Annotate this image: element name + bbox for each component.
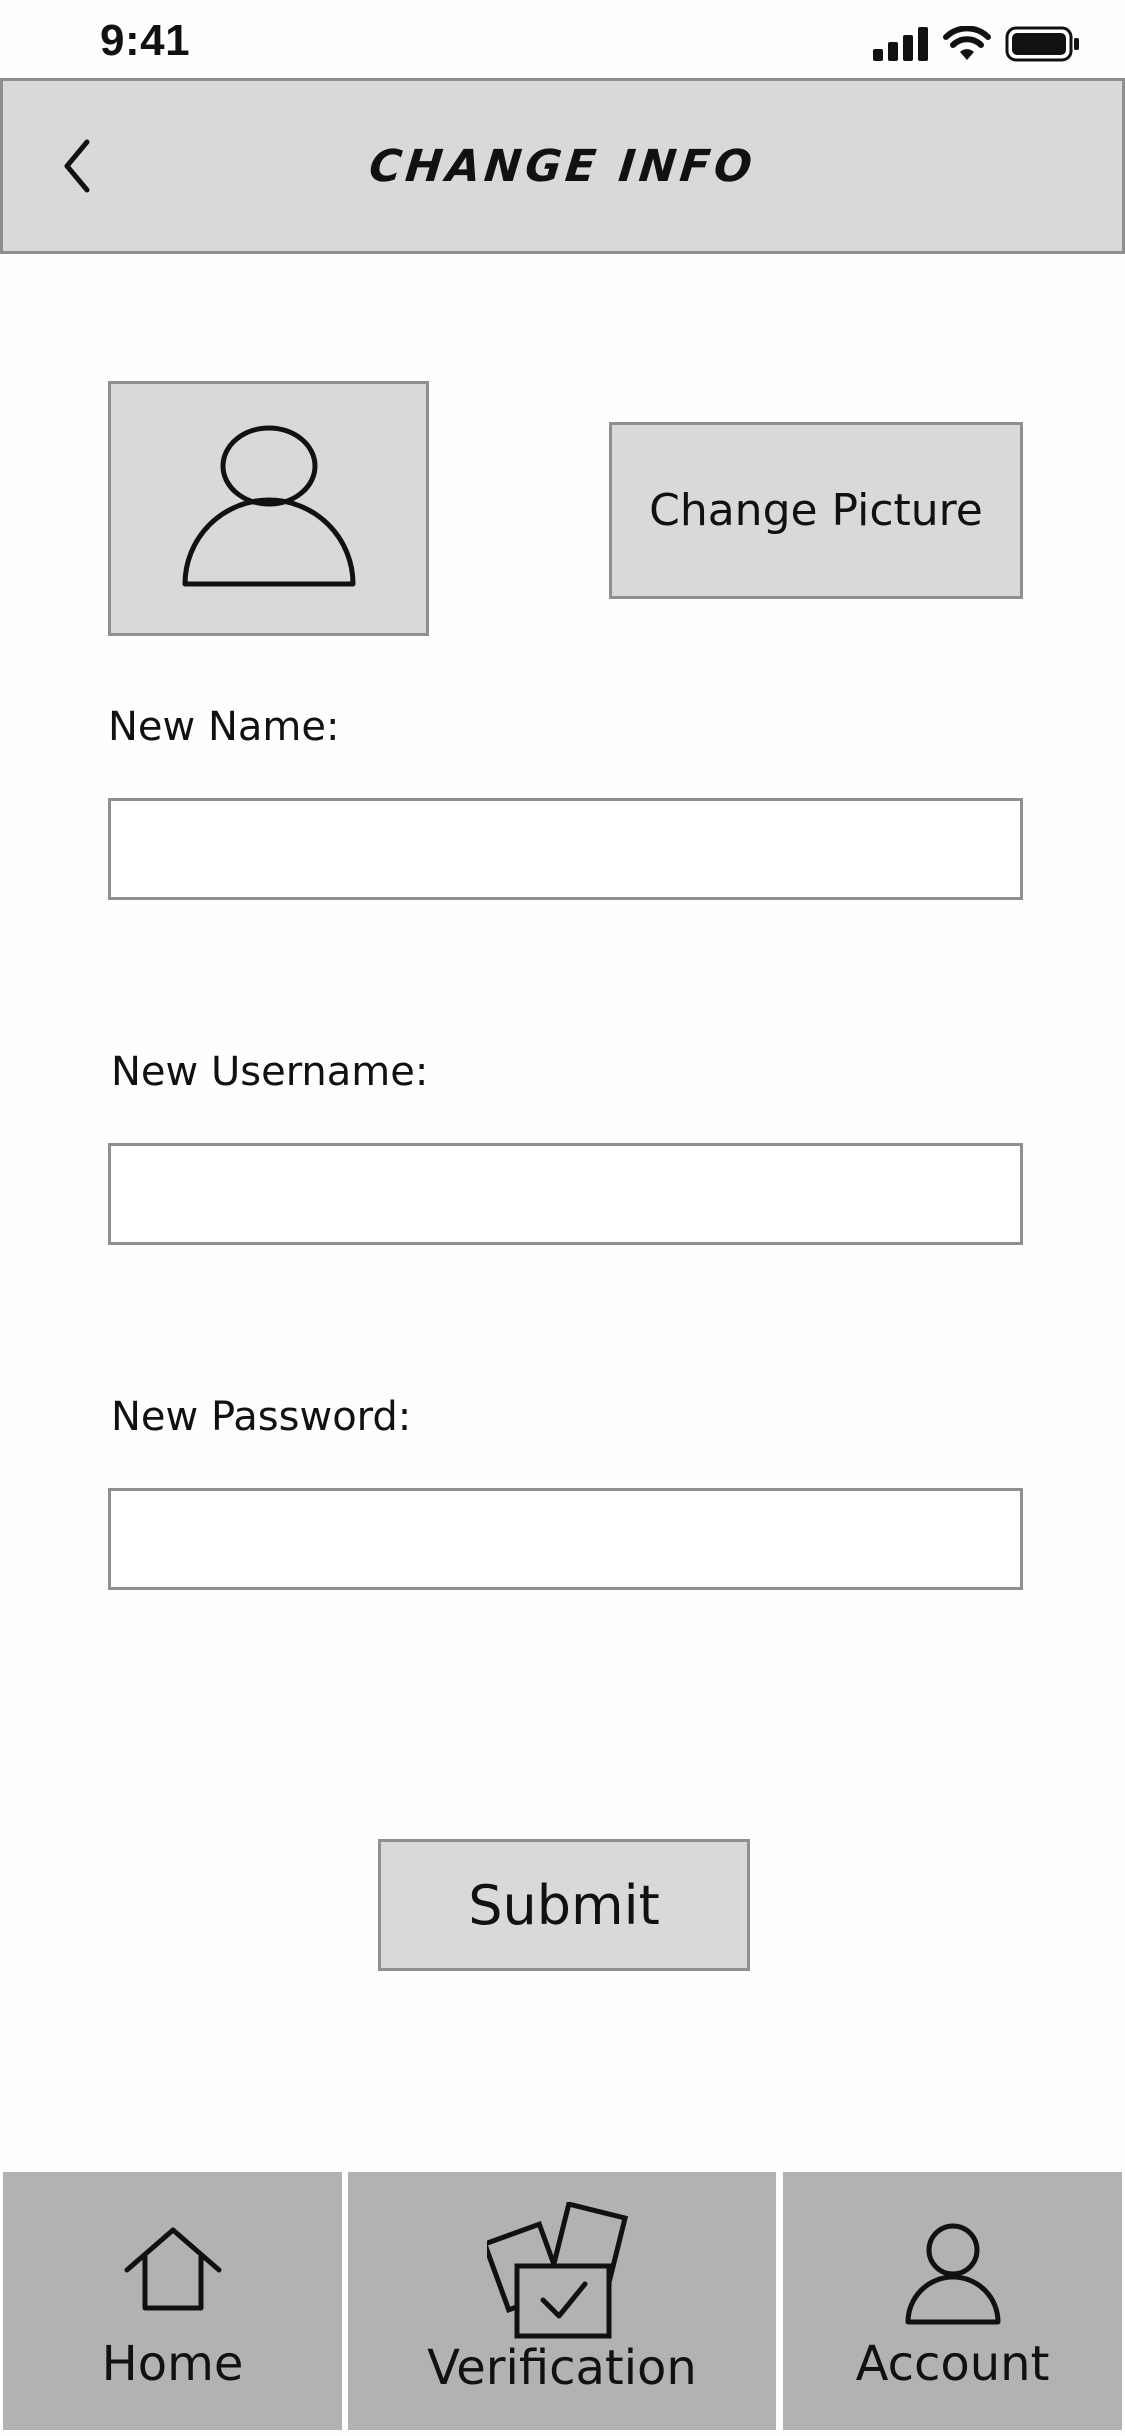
home-icon — [124, 2227, 221, 2311]
status-time: 9:41 — [100, 16, 191, 65]
page-title: CHANGE INFO — [366, 140, 759, 192]
wifi-icon — [943, 26, 991, 60]
chevron-left-icon — [64, 139, 90, 193]
new-name-label: New Name: — [108, 704, 340, 750]
profile-picture — [108, 381, 429, 636]
verification-icon — [487, 2202, 629, 2339]
nav-label-home: Home — [101, 2336, 244, 2392]
account-icon — [905, 2223, 1000, 2325]
user-icon — [182, 425, 355, 586]
nav-item-verification[interactable]: Verification — [348, 2172, 776, 2430]
new-name-input[interactable] — [108, 798, 1023, 900]
new-password-input[interactable] — [108, 1488, 1023, 1590]
new-username-label: New Username: — [111, 1049, 429, 1095]
nav-item-account[interactable]: Account — [783, 2172, 1122, 2430]
change-picture-button[interactable]: Change Picture — [609, 422, 1023, 599]
new-password-label: New Password: — [111, 1394, 412, 1440]
submit-button[interactable]: Submit — [378, 1839, 750, 1971]
nav-label-account: Account — [855, 2336, 1050, 2392]
back-button[interactable] — [46, 116, 106, 216]
battery-icon — [1005, 26, 1079, 62]
cellular-signal-icon — [873, 27, 928, 61]
nav-item-home[interactable]: Home — [3, 2172, 342, 2430]
new-username-input[interactable] — [108, 1143, 1023, 1245]
nav-label-verification: Verification — [427, 2340, 697, 2396]
status-icons — [873, 22, 1081, 66]
